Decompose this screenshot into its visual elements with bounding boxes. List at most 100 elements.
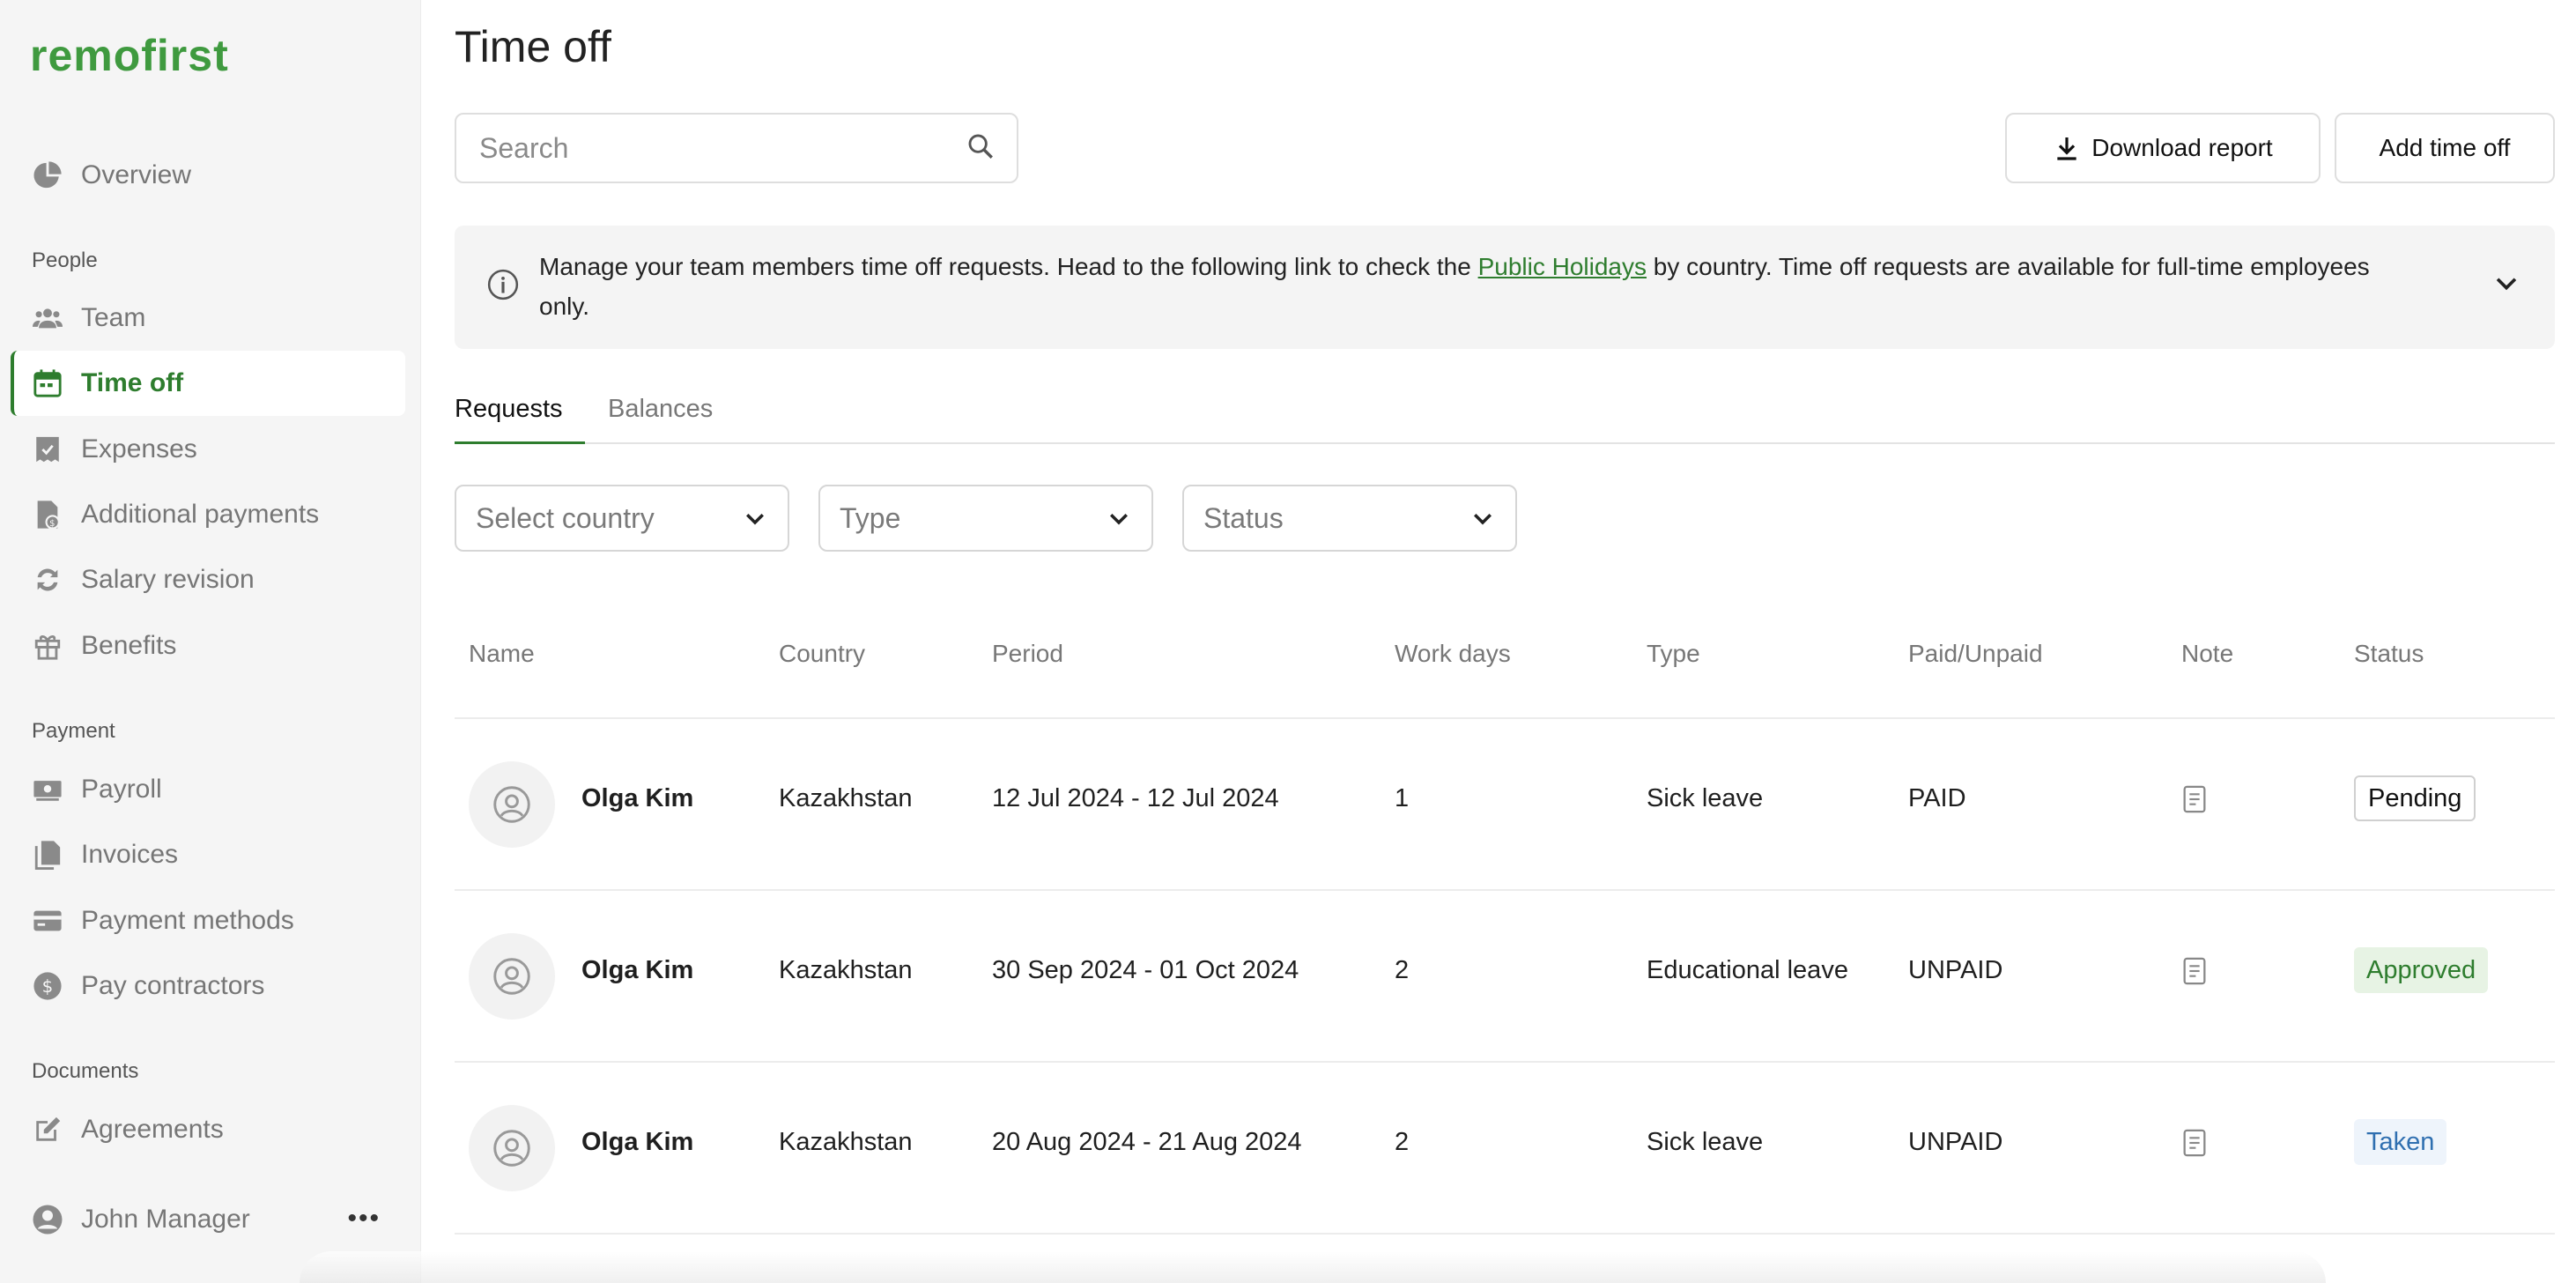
section-label-people: People xyxy=(32,248,98,272)
team-icon xyxy=(32,302,63,334)
section-label-documents: Documents xyxy=(32,1059,139,1083)
page-title: Time off xyxy=(455,22,611,71)
info-icon xyxy=(486,268,520,306)
status-badge: Pending xyxy=(2354,775,2476,821)
user-avatar-icon xyxy=(32,1204,63,1235)
edit-icon xyxy=(32,1114,63,1146)
search-icon[interactable] xyxy=(966,131,996,166)
employee-name: Olga Kim xyxy=(581,784,694,812)
sidebar-item-label: Overview xyxy=(81,160,192,189)
public-holidays-link[interactable]: Public Holidays xyxy=(1478,253,1647,280)
type-cell: Sick leave xyxy=(1647,1128,1764,1156)
chevron-down-icon[interactable] xyxy=(2491,268,2521,302)
banner-text: Manage your team members time off reques… xyxy=(539,247,2407,326)
sidebar-item-label: Invoices xyxy=(81,840,179,869)
column-header-country[interactable]: Country xyxy=(779,640,865,668)
column-header-period[interactable]: Period xyxy=(992,640,1063,668)
sidebar-item-payroll[interactable]: Payroll xyxy=(11,757,405,822)
work-days-cell: 2 xyxy=(1395,956,1410,984)
user-name: John Manager xyxy=(81,1205,250,1234)
svg-text:$: $ xyxy=(49,519,55,529)
time-off-table: Name Country Period Work days Type Paid/… xyxy=(455,599,2555,1235)
status-badge: Approved xyxy=(2354,947,2489,993)
sidebar-item-label: Salary revision xyxy=(81,565,255,594)
download-report-label: Download report xyxy=(2091,134,2273,161)
type-select-label: Type xyxy=(840,501,901,534)
gift-icon xyxy=(32,630,63,662)
sidebar-item-expenses[interactable]: Expenses xyxy=(11,417,405,482)
section-label-payment: Payment xyxy=(32,719,115,743)
search-box[interactable] xyxy=(455,113,1018,183)
sidebar-item-invoices[interactable]: Invoices xyxy=(11,822,405,887)
status-badge: Taken xyxy=(2354,1119,2447,1165)
user-icon xyxy=(493,1130,530,1167)
info-banner: Manage your team members time off reques… xyxy=(455,226,2555,349)
type-cell: Educational leave xyxy=(1647,956,1848,984)
add-time-off-button[interactable]: Add time off xyxy=(2335,113,2555,183)
credit-card-icon xyxy=(32,905,63,937)
dollar-circle-icon: $ xyxy=(32,970,63,1002)
paid-cell: PAID xyxy=(1908,784,1966,812)
download-report-button[interactable]: Download report xyxy=(2005,113,2321,183)
work-days-cell: 1 xyxy=(1395,784,1410,812)
sidebar-item-label: Payment methods xyxy=(81,906,294,935)
sidebar-item-label: Additional payments xyxy=(81,500,320,529)
table-row[interactable]: Olga Kim Kazakhstan 12 Jul 2024 - 12 Jul… xyxy=(455,719,2555,891)
avatar xyxy=(469,1105,555,1191)
tabs: Requests Balances xyxy=(455,379,2555,444)
sidebar-item-time-off[interactable]: Time off xyxy=(11,351,405,416)
avatar xyxy=(469,933,555,1020)
column-header-paid[interactable]: Paid/Unpaid xyxy=(1908,640,2043,668)
type-select[interactable]: Type xyxy=(818,485,1153,552)
sidebar-item-label: Expenses xyxy=(81,434,197,464)
table-row[interactable]: Olga Kim Kazakhstan 20 Aug 2024 - 21 Aug… xyxy=(455,1063,2555,1235)
note-icon[interactable] xyxy=(2181,1128,2208,1162)
country-cell: Kazakhstan xyxy=(779,1128,913,1156)
country-select[interactable]: Select country xyxy=(455,485,789,552)
sidebar: remofirst Overview People Team Time off … xyxy=(0,0,421,1283)
period-cell: 12 Jul 2024 - 12 Jul 2024 xyxy=(992,784,1279,812)
sidebar-item-additional-payments[interactable]: $ Additional payments xyxy=(11,482,405,547)
refresh-icon xyxy=(32,564,63,596)
add-time-off-label: Add time off xyxy=(2379,134,2511,161)
sidebar-item-team[interactable]: Team xyxy=(11,286,405,351)
sidebar-item-pay-contractors[interactable]: $ Pay contractors xyxy=(11,953,405,1019)
column-header-status[interactable]: Status xyxy=(2354,640,2424,668)
table-row[interactable]: Olga Kim Kazakhstan 30 Sep 2024 - 01 Oct… xyxy=(455,891,2555,1063)
search-input[interactable] xyxy=(477,130,966,166)
main-content: Time off Download report Add time off Ma… xyxy=(421,0,2576,1283)
user-icon xyxy=(493,786,530,823)
note-icon[interactable] xyxy=(2181,956,2208,990)
banner-text-before: Manage your team members time off reques… xyxy=(539,253,1478,280)
sidebar-item-benefits[interactable]: Benefits xyxy=(11,613,405,679)
more-options-button[interactable]: ••• xyxy=(347,1204,381,1234)
sidebar-item-label: Pay contractors xyxy=(81,971,265,1000)
tab-balances[interactable]: Balances xyxy=(608,395,713,441)
employee-name: Olga Kim xyxy=(581,1128,694,1156)
column-header-note[interactable]: Note xyxy=(2181,640,2233,668)
tab-requests[interactable]: Requests xyxy=(455,395,585,444)
table-header: Name Country Period Work days Type Paid/… xyxy=(455,599,2555,719)
note-icon[interactable] xyxy=(2181,784,2208,819)
work-days-cell: 2 xyxy=(1395,1128,1410,1156)
user-icon xyxy=(493,958,530,995)
sidebar-item-label: Benefits xyxy=(81,631,177,660)
column-header-type[interactable]: Type xyxy=(1647,640,1700,668)
avatar xyxy=(469,761,555,848)
paid-cell: UNPAID xyxy=(1908,956,2003,984)
sidebar-item-payment-methods[interactable]: Payment methods xyxy=(11,888,405,953)
sidebar-item-label: Time off xyxy=(81,368,184,397)
sidebar-item-overview[interactable]: Overview xyxy=(11,143,405,208)
column-header-name[interactable]: Name xyxy=(469,640,535,668)
user-menu[interactable]: John Manager ••• xyxy=(11,1191,405,1248)
sidebar-item-agreements[interactable]: Agreements xyxy=(11,1097,405,1162)
column-header-work-days[interactable]: Work days xyxy=(1395,640,1511,668)
sidebar-item-label: Agreements xyxy=(81,1115,224,1144)
svg-text:$: $ xyxy=(42,976,54,997)
status-select[interactable]: Status xyxy=(1182,485,1517,552)
sidebar-item-salary-revision[interactable]: Salary revision xyxy=(11,547,405,612)
country-select-label: Select country xyxy=(476,501,655,534)
period-cell: 30 Sep 2024 - 01 Oct 2024 xyxy=(992,956,1299,984)
scroll-shadow xyxy=(300,1251,2326,1283)
logo: remofirst xyxy=(30,31,229,80)
